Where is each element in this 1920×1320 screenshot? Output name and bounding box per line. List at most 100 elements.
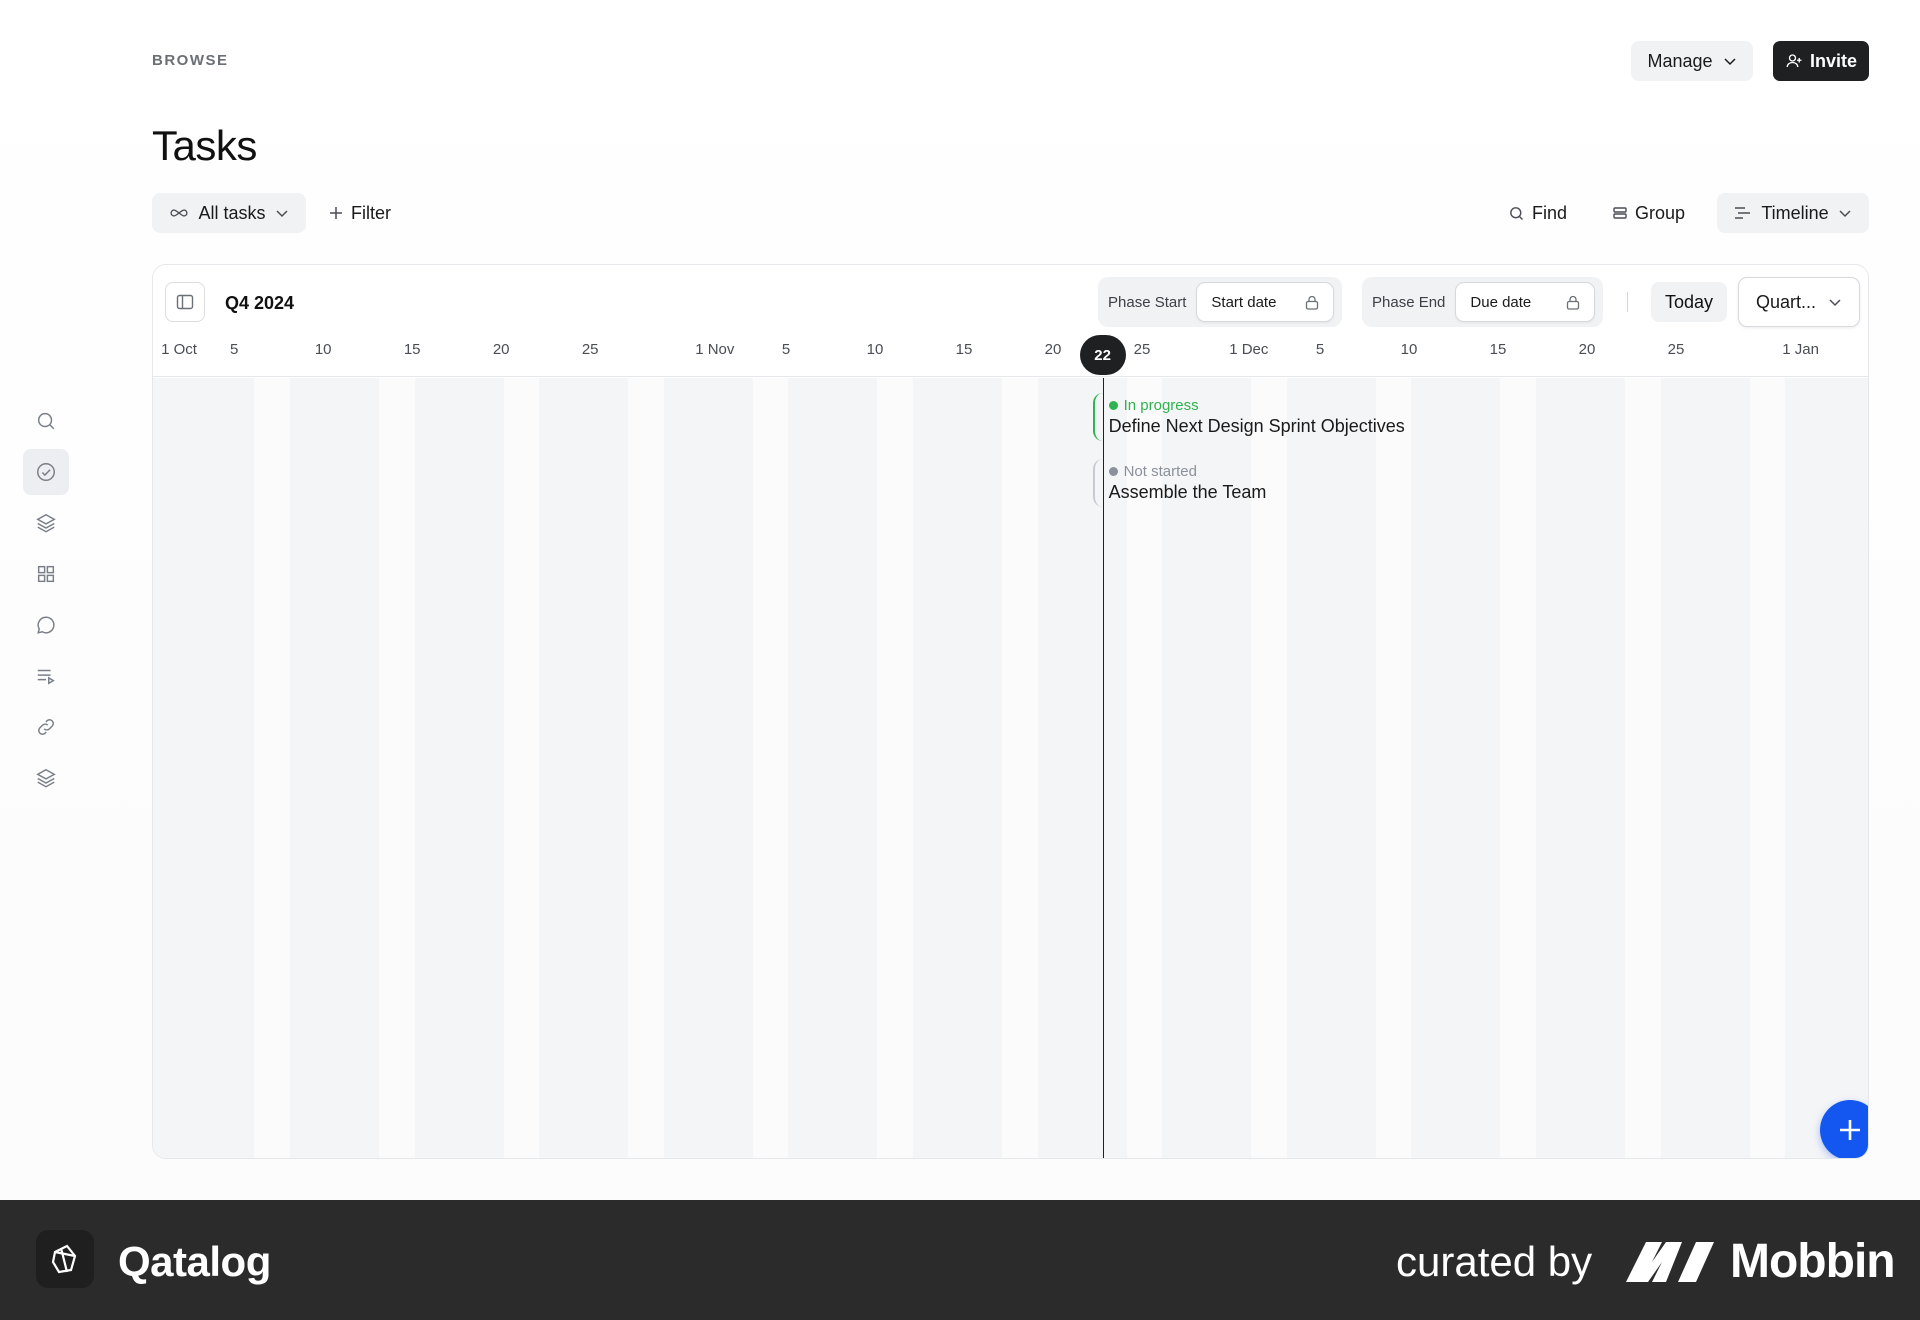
plus-icon <box>330 207 342 219</box>
view-filter-label: All tasks <box>198 202 266 223</box>
day-label: 15 <box>1489 341 1507 358</box>
day-label: 10 <box>1400 341 1418 358</box>
stack-icon <box>36 768 56 788</box>
filter-label: Filter <box>351 202 391 223</box>
group-label: Group <box>1635 202 1686 223</box>
day-label: 1 Oct <box>161 341 197 358</box>
chevron-down-icon <box>1724 58 1736 66</box>
zoom-dropdown[interactable]: Quart... <box>1738 277 1860 327</box>
day-label: 10 <box>314 341 332 358</box>
curator-name: Mobbin <box>1730 1235 1896 1288</box>
weekend-column <box>752 378 789 1158</box>
day-label: 1 Jan <box>1782 341 1819 358</box>
filter-button[interactable]: Filter <box>328 193 391 233</box>
day-label: 25 <box>1133 341 1151 358</box>
find-button[interactable]: Find <box>1508 193 1567 233</box>
sidebar-item-links[interactable] <box>23 704 69 750</box>
phase-start-group: Phase Start Start date <box>1098 277 1343 327</box>
sidebar-item-playlist[interactable] <box>23 653 69 699</box>
mobbin-logo-icon <box>1626 1242 1714 1282</box>
period-label: Q4 2024 <box>225 293 295 313</box>
grid-icon <box>37 565 55 583</box>
rows-icon <box>1613 207 1627 219</box>
weekend-column <box>254 378 290 1158</box>
day-label: 1 Nov <box>695 341 735 358</box>
link-icon <box>38 719 54 735</box>
task-status-label: Not started <box>1123 463 1197 480</box>
toggle-sidebar-button[interactable] <box>165 282 205 322</box>
manage-button[interactable]: Manage <box>1631 41 1753 81</box>
status-dot-icon <box>1108 467 1118 476</box>
page-title: Tasks <box>152 122 257 169</box>
sidebar-item-tasks[interactable] <box>23 449 69 495</box>
day-label: 5 <box>1315 341 1325 358</box>
phase-end-group: Phase End Due date <box>1362 277 1604 327</box>
weekend-column <box>503 378 540 1158</box>
day-label: 20 <box>492 341 510 358</box>
zoom-label: Quart... <box>1755 291 1817 312</box>
sidebar-item-messages[interactable] <box>23 602 69 648</box>
divider <box>1627 292 1628 312</box>
sidebar-item-search[interactable] <box>23 398 69 444</box>
today-date-marker: 22 <box>1079 335 1126 375</box>
check-circle-icon <box>37 463 55 481</box>
day-labels: 1 Oct 5 10 15 20 25 1 Nov 5 10 15 20 25 1 Dec 5 10 15 20… <box>153 341 1868 369</box>
task-status: In progress <box>1108 397 1405 414</box>
layers-icon <box>36 513 56 533</box>
day-label: 1 Dec <box>1229 341 1269 358</box>
today-button[interactable]: Today <box>1651 282 1727 322</box>
weekend-column <box>877 378 913 1158</box>
task-item[interactable]: Not started Assemble the Team <box>1092 459 1277 507</box>
plus-icon <box>1840 1120 1860 1140</box>
footer: Qatalog curated by Mobbin <box>0 1200 1920 1320</box>
task-status: Not started <box>1108 463 1267 480</box>
invite-button[interactable]: Invite <box>1773 41 1869 81</box>
phase-start-label: Phase Start <box>1108 293 1187 311</box>
status-dot-icon <box>1108 401 1118 410</box>
timeline-panel: Q4 2024 Phase Start Start date Phase End… <box>152 264 1869 1159</box>
qatalog-logo-icon <box>36 1230 94 1288</box>
timeline-header: Q4 2024 Phase Start Start date Phase End… <box>153 265 1868 377</box>
due-date-label: Due date <box>1470 293 1532 311</box>
task-item[interactable]: In progress Define Next Design Sprint Obj… <box>1092 393 1415 441</box>
sidebar-item-layers[interactable] <box>23 500 69 546</box>
day-label: 20 <box>1044 341 1062 358</box>
day-label: 5 <box>781 341 791 358</box>
add-user-icon <box>1786 54 1802 68</box>
day-label: 25 <box>1667 341 1685 358</box>
weekend-column <box>1749 378 1786 1158</box>
start-date-field[interactable]: Start date <box>1196 282 1335 322</box>
weekend-column <box>379 378 415 1158</box>
day-label: 20 <box>1578 341 1596 358</box>
chevron-down-icon <box>1829 299 1841 307</box>
sidebar-panel-icon <box>176 294 194 310</box>
due-date-field[interactable]: Due date <box>1455 282 1596 322</box>
sidebar-item-stack[interactable] <box>23 755 69 801</box>
weekend-column <box>1625 378 1661 1158</box>
group-button[interactable]: Group <box>1612 193 1685 233</box>
chat-bubble-icon <box>37 616 55 634</box>
brand-name: Qatalog <box>118 1238 271 1285</box>
phase-end-label: Phase End <box>1372 293 1446 311</box>
lock-icon <box>1306 295 1319 310</box>
infinity-icon <box>170 209 188 217</box>
day-label: 15 <box>403 341 421 358</box>
view-filter-dropdown[interactable]: All tasks <box>152 193 306 233</box>
chevron-down-icon <box>275 210 288 218</box>
timeline-grid[interactable] <box>153 378 1868 1158</box>
task-name: Assemble the Team <box>1108 482 1267 502</box>
chevron-down-icon <box>1839 210 1851 218</box>
day-label: 5 <box>230 341 239 358</box>
sidebar-item-apps[interactable] <box>23 551 69 597</box>
start-date-label: Start date <box>1211 293 1277 311</box>
lock-icon <box>1567 295 1580 310</box>
task-name: Define Next Design Sprint Objectives <box>1108 416 1405 436</box>
layout-dropdown[interactable]: Timeline <box>1717 193 1869 233</box>
playlist-icon <box>37 669 55 685</box>
timeline-icon <box>1735 207 1751 219</box>
day-label: 25 <box>581 341 599 358</box>
task-status-label: In progress <box>1123 397 1199 414</box>
invite-label: Invite <box>1809 50 1857 71</box>
add-task-button[interactable] <box>1820 1100 1868 1158</box>
day-label: 15 <box>955 341 973 358</box>
